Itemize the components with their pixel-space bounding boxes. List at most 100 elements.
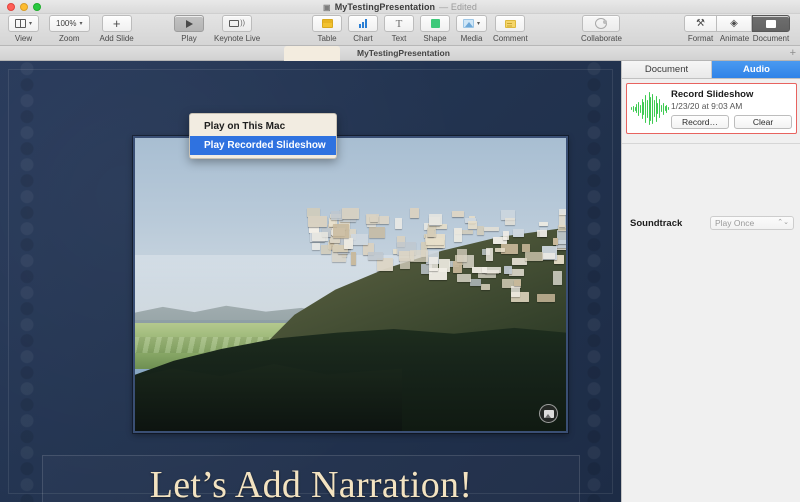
image-placeholder-badge[interactable]	[539, 404, 558, 423]
keynote-live-button[interactable]: ))	[222, 15, 253, 32]
toolbar-text[interactable]: T Text	[384, 15, 414, 43]
view-label: View	[14, 34, 33, 43]
collaborate-button[interactable]	[582, 15, 621, 32]
shape-button[interactable]	[420, 15, 450, 32]
toolbar-document[interactable]: Document	[752, 15, 790, 43]
record-slideshow-title: Record Slideshow	[671, 88, 754, 100]
record-slideshow-card[interactable]: Record Slideshow 1/23/20 at 9:03 AM Reco…	[626, 83, 797, 134]
toolbar-shape[interactable]: Shape	[420, 15, 450, 43]
chart-icon	[358, 19, 368, 28]
add-tab-button[interactable]: +	[790, 48, 796, 59]
play-label: Play	[181, 34, 197, 43]
animate-button[interactable]: ◈	[717, 15, 752, 32]
toolbar: ▾ View 100% ▾ Zoom + Add Slide Play)) K…	[0, 14, 800, 46]
toolbar-media[interactable]: ▾ Media	[456, 15, 488, 43]
inspector-panel: Document Audio Record Slideshow 1/23/20 …	[621, 61, 800, 502]
menu-item-play-on-this-mac[interactable]: Play on This Mac	[190, 117, 336, 136]
chevron-down-icon: ▾	[79, 20, 83, 27]
photo-town-buildings	[307, 202, 566, 337]
breadcrumb-title: MyTestingPresentation	[357, 48, 450, 58]
keynote-live-icon: ))	[229, 20, 245, 27]
tab-document[interactable]: Document	[622, 61, 712, 78]
breadcrumb-tab[interactable]	[284, 46, 340, 61]
comment-icon	[504, 19, 516, 28]
table-icon	[321, 19, 333, 28]
collaborate-label: Collaborate	[581, 34, 622, 43]
soundtrack-playmode-select[interactable]: Play Once ⌃⌄	[710, 216, 794, 230]
chevron-down-icon: ▾	[29, 20, 33, 27]
plus-icon: +	[112, 16, 121, 31]
toolbar-play[interactable]: Play	[174, 15, 204, 43]
inspector-tabs[interactable]: Document Audio	[622, 61, 800, 79]
zoom-button-toolbar[interactable]: 100% ▾	[49, 15, 90, 32]
play-button[interactable]	[174, 15, 204, 32]
image-placeholder-icon	[543, 409, 554, 418]
format-brush-icon: ⚒	[696, 17, 705, 29]
shape-icon	[430, 19, 440, 28]
inspector-divider	[622, 143, 800, 144]
animate-label: Animate	[719, 34, 750, 43]
toolbar-comment[interactable]: Comment	[493, 15, 528, 43]
toolbar-keynote-live[interactable]: )) Keynote Live	[214, 15, 260, 43]
chevron-updown-icon: ⌃⌄	[777, 219, 789, 226]
soundtrack-label: Soundtrack	[630, 217, 683, 229]
title-bar: ▣ MyTestingPresentation — Edited	[0, 0, 800, 14]
record-button[interactable]: Record…	[671, 114, 729, 129]
toolbar-collaborate[interactable]: Collaborate	[581, 15, 622, 43]
shape-label: Shape	[423, 34, 447, 43]
presentation-icon: ▣	[323, 2, 331, 12]
animate-icon: ◈	[730, 17, 738, 29]
text-icon: T	[395, 17, 403, 30]
chart-label: Chart	[353, 34, 373, 43]
format-label: Format	[687, 34, 714, 43]
audio-waveform-icon	[630, 91, 670, 127]
format-button[interactable]: ⚒	[684, 15, 717, 32]
edited-status: — Edited	[439, 2, 477, 12]
comment-label: Comment	[493, 34, 528, 43]
add-slide-button[interactable]: +	[101, 15, 132, 32]
document-icon	[766, 19, 776, 28]
record-slideshow-date: 1/23/20 at 9:03 AM	[671, 100, 743, 111]
play-dropdown-menu[interactable]: Play on This Mac Play Recorded Slideshow	[189, 113, 337, 159]
toolbar-chart[interactable]: Chart	[348, 15, 378, 43]
slide-title: Let’s Add Narration!	[149, 464, 473, 502]
play-triangle-icon	[185, 19, 193, 28]
toolbar-zoom[interactable]: 100% ▾ Zoom	[49, 15, 90, 43]
breadcrumb-bar: MyTestingPresentation +	[0, 46, 800, 61]
zoom-value: 100%	[56, 19, 77, 28]
collaborate-icon	[595, 18, 608, 29]
tab-audio[interactable]: Audio	[712, 61, 800, 78]
zoom-label: Zoom	[59, 34, 80, 43]
record-buttons: Record… Clear	[671, 114, 792, 129]
document-title: ▣ MyTestingPresentation — Edited	[0, 0, 800, 14]
toolbar-view[interactable]: ▾ View	[8, 15, 40, 43]
table-button[interactable]	[312, 15, 342, 32]
slide-canvas[interactable]: Let’s Add Narration! You can easily reco…	[0, 61, 621, 502]
document-button[interactable]	[752, 15, 790, 32]
table-label: Table	[317, 34, 337, 43]
view-layout-icon	[15, 19, 26, 28]
media-button[interactable]: ▾	[456, 15, 488, 32]
toolbar-add-slide[interactable]: + Add Slide	[100, 15, 134, 43]
menu-item-play-recorded-slideshow[interactable]: Play Recorded Slideshow	[190, 136, 336, 155]
slide-image[interactable]	[133, 136, 568, 433]
view-button[interactable]: ▾	[8, 15, 40, 32]
slide-text-block[interactable]: Let’s Add Narration! You can easily reco…	[42, 455, 580, 502]
chart-button[interactable]	[348, 15, 378, 32]
record-info: Record Slideshow 1/23/20 at 9:03 AM Reco…	[669, 89, 792, 129]
add-slide-label: Add Slide	[99, 34, 134, 43]
media-icon	[463, 19, 474, 28]
media-label: Media	[460, 34, 483, 43]
document-label: Document	[752, 34, 790, 43]
toolbar-table[interactable]: Table	[312, 15, 342, 43]
toolbar-format[interactable]: ⚒ Format	[684, 15, 717, 43]
soundtrack-row: Soundtrack Play Once ⌃⌄	[630, 216, 794, 230]
comment-button[interactable]	[495, 15, 526, 32]
clear-button[interactable]: Clear	[734, 114, 792, 129]
toolbar-animate[interactable]: ◈ Animate	[717, 15, 752, 43]
document-title-text: MyTestingPresentation	[334, 2, 436, 12]
text-button[interactable]: T	[384, 15, 414, 32]
soundtrack-playmode-value: Play Once	[715, 218, 755, 228]
keynote-live-label: Keynote Live	[214, 34, 261, 43]
keynote-window: ▣ MyTestingPresentation — Edited ▾ View …	[0, 0, 800, 502]
